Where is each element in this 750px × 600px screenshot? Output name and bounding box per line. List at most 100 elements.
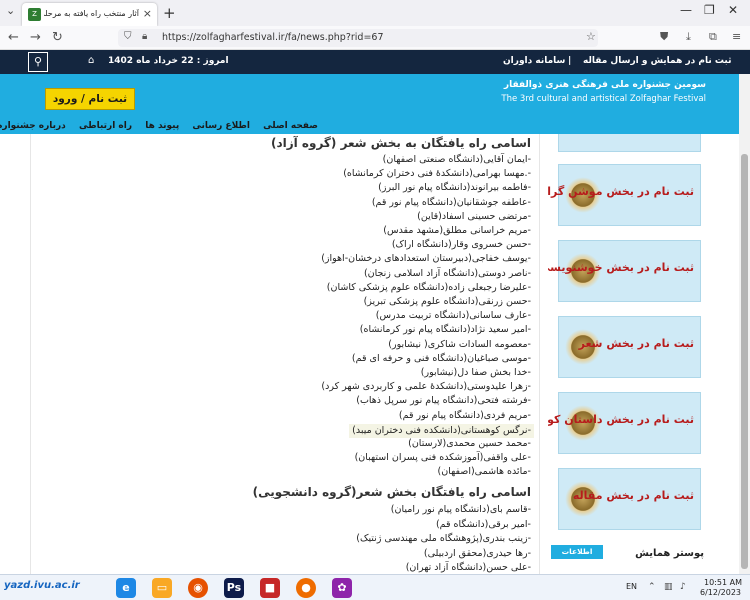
conference-register-link[interactable]: ثبت نام در همایش و ارسال مقاله <box>583 56 731 66</box>
maximize-icon[interactable]: ❐ <box>704 3 715 17</box>
pocket-icon[interactable]: ⛊ <box>660 30 668 44</box>
registration-banner[interactable]: ثبت نام در بخش مقاله <box>558 468 701 530</box>
file-explorer-icon[interactable]: ▭ <box>152 578 172 598</box>
language-indicator[interactable]: EN <box>626 582 637 591</box>
registration-banner[interactable]: ثبت نام در بخش موشن گرافی <box>548 164 701 226</box>
festival-title-en: The 3rd cultural and artistical Zolfagha… <box>501 94 706 104</box>
register-login-button[interactable]: ثبت نام / ورود <box>45 88 135 110</box>
tab-list-icon[interactable]: ⌄ <box>6 4 15 17</box>
minimize-icon[interactable]: — <box>680 3 692 17</box>
site-search-icon[interactable]: ⚲ <box>28 52 48 72</box>
bookmark-star-icon[interactable]: ☆ <box>586 30 596 43</box>
winner-list-item: -زهرا علیدوستی(دانشکدهٔ علمی و کاربردی ش… <box>321 381 531 393</box>
more-info-button[interactable]: اطلاعات بیشتر <box>551 545 603 570</box>
winner-list-item: -امیر سعید نژاد(دانشگاه پیام نور کرمانشا… <box>359 324 531 336</box>
browser-tab[interactable]: Z آثار منتخب راه یافته به مرحلهٔ نهایی × <box>22 3 157 26</box>
browser-nav-bar: ← → ↻ ⛉ 🔒︎ https://zolfagharfestival.ir/… <box>0 26 750 50</box>
section2-title: اسامی راه یافتگان بخش شعر(گروه دانشجویی) <box>252 485 531 499</box>
topbar-separator: | <box>568 56 572 66</box>
banner-label: ثبت نام در بخش داستان کوتاه <box>548 413 694 426</box>
festival-title-fa: سومین جشنواره ملی فرهنگی هنری ذوالفقار <box>503 80 706 90</box>
winner-list-item: -موسی صباغیان(دانشگاه فنی و حرفه ای قم) <box>351 352 531 364</box>
new-tab-button[interactable]: + <box>163 4 176 22</box>
winner-list-item: -فاطمه بیرانوند(دانشگاه پیام نور البرز) <box>378 182 531 194</box>
scrollbar-thumb[interactable] <box>741 154 748 569</box>
poster-label: پوستر همایش <box>635 548 704 559</box>
menu-news[interactable]: اطلاع رسانی <box>192 121 250 131</box>
registration-banner[interactable]: ثبت نام در بخش خوشنویسی <box>548 240 701 302</box>
winner-list-item: -امیر برقی(دانشگاه قم) <box>435 518 531 530</box>
page-scrollbar[interactable] <box>739 74 750 574</box>
volume-icon[interactable]: ♪ <box>680 582 686 592</box>
browser-tab-strip: ⌄ Z آثار منتخب راه یافته به مرحلهٔ نهایی… <box>0 0 750 26</box>
winner-list-item: -حسن زرنقی(دانشگاه علوم پزشکی تبریز) <box>363 296 531 307</box>
winner-list-item: -مائده هاشمی(اصفهان) <box>437 466 532 478</box>
banner-label: ثبت نام در بخش مقاله <box>572 489 694 502</box>
banner-label: ثبت نام در بخش موشن گرافی <box>548 185 694 198</box>
winner-list-item: -مریم فردی(دانشگاه پیام نور قم) <box>398 409 531 421</box>
url-text[interactable]: https://zolfagharfestival.ir/fa/news.php… <box>162 32 384 43</box>
winner-list-item: -علی حسن(دانشگاه آزاد تهران) <box>405 562 531 573</box>
tab-close-icon[interactable]: × <box>143 7 152 20</box>
banner-partial[interactable] <box>558 134 701 152</box>
registration-banner[interactable]: ثبت نام در بخش داستان کوتاه <box>548 392 701 454</box>
menu-about[interactable]: درباره جشنواره <box>0 121 66 131</box>
winner-list-item: -علی واقفی(آموزشکده فنی پسران استهبان) <box>354 452 531 464</box>
reload-icon[interactable]: ↻ <box>52 30 63 45</box>
winner-list-item: -زینب بندری(پژوهشگاه ملی مهندسی ژنتیک) <box>356 533 531 544</box>
registration-banner[interactable]: ثبت نام در بخش شعر <box>558 316 701 378</box>
winner-list-item: -فرشته فتحی(دانشگاه پیام نور سرپل ذهاب) <box>356 395 531 407</box>
tab-title: آثار منتخب راه یافته به مرحلهٔ نهایی <box>44 9 139 18</box>
menu-contact[interactable]: راه ارتباطی <box>79 121 132 131</box>
app-icon-purple[interactable]: ✿ <box>332 578 352 598</box>
winner-list-item: -قاسم بای(دانشگاه پیام نور رامیان) <box>390 504 531 515</box>
winner-list-item: -ایمان آقایی(دانشگاه صنعتی اصفهان) <box>382 154 531 165</box>
banner-label: ثبت نام در بخش خوشنویسی <box>548 261 694 274</box>
winner-list-item: -معصومه السادات شاکری( نیشابور) <box>388 338 531 350</box>
network-icon[interactable]: ▥ <box>664 582 673 592</box>
winner-list-item: -حسن خسروی وقار(دانشگاه اراک) <box>391 239 531 251</box>
winner-list-item: -عارف ساسانی(دانشگاه تربیت مدرس) <box>375 310 531 322</box>
winner-list-item: -مرتضی حسینی اسفاد(قاین) <box>417 210 531 222</box>
url-bar[interactable]: ⛉ 🔒︎ https://zolfagharfestival.ir/fa/new… <box>118 29 598 47</box>
site-top-bar: ⚲ ⌂ امروز : 22 خرداد ماه 1402 سامانه داو… <box>0 50 750 74</box>
windows-taskbar: yazd.ivu.ac.ir e ▭ ◉ Ps ■ ● ✿ EN ⌃ ▥ ♪ 1… <box>0 574 750 600</box>
forward-arrow-icon[interactable]: → <box>30 30 41 45</box>
site-favicon-icon: Z <box>28 8 41 21</box>
clock-date[interactable]: 6/12/2023 <box>700 588 741 597</box>
photoshop-icon[interactable]: Ps <box>224 578 244 598</box>
clock-time[interactable]: 10:51 AM <box>704 578 742 587</box>
downloads-icon[interactable]: ⤓ <box>686 30 691 44</box>
today-date: امروز : 22 خرداد ماه 1402 <box>108 56 229 66</box>
menu-links[interactable]: پیوند ها <box>145 121 179 131</box>
shield-icon[interactable]: ⛉ <box>124 31 132 42</box>
winner-list-item: -رها حیدری(محقق اردبیلی) <box>423 547 531 559</box>
section1-title: اسامی راه یافتگان به بخش شعر (گروه آزاد) <box>270 136 531 150</box>
main-content: اسامی راه یافتگان به بخش شعر (گروه آزاد)… <box>30 134 540 574</box>
back-arrow-icon[interactable]: ← <box>8 30 19 45</box>
judges-system-link[interactable]: سامانه داوران <box>503 56 565 66</box>
banner-label: ثبت نام در بخش شعر <box>578 337 694 350</box>
winner-list-item: -نرگس کوهستانی(دانشکده فنی دختران میبد) <box>349 423 534 438</box>
app-icon-red[interactable]: ■ <box>260 578 280 598</box>
winner-list-item: -یوسف خفاجی(دبیرستان استعدادهای درخشان-ا… <box>321 253 531 265</box>
site-header: ثبت نام / ورود سومین جشنواره ملی فرهنگی … <box>0 74 750 134</box>
lock-icon[interactable]: 🔒︎ <box>142 31 147 42</box>
watermark: yazd.ivu.ac.ir <box>4 580 80 591</box>
window-close-icon[interactable]: ✕ <box>728 3 738 17</box>
winner-list-item: -علیرضا رجبعلی زاده(دانشگاه علوم پزشکی ک… <box>326 281 531 293</box>
sidebar: ثبت نام در بخش موشن گرافی ثبت نام در بخش … <box>548 134 720 574</box>
main-menu: صفحه اصلی اطلاع رسانی پیوند ها راه ارتبا… <box>0 120 318 132</box>
firefox-icon[interactable]: ◉ <box>188 578 208 598</box>
internet-explorer-icon[interactable]: e <box>116 578 136 598</box>
app-icon-orange[interactable]: ● <box>296 578 316 598</box>
app-menu-icon[interactable]: ≡ <box>732 30 741 43</box>
menu-home[interactable]: صفحه اصلی <box>263 121 318 131</box>
winner-list-item: -.مهسا بهرامی(دانشکدهٔ فنی دختران کرمانش… <box>343 168 531 180</box>
winner-list-item: -ناصر دوستی(دانشگاه آزاد اسلامی زنجان) <box>363 267 531 279</box>
winner-list-item: -عاطفه جوشقانیان(دانشگاه پیام نور قم) <box>371 196 531 208</box>
extensions-icon[interactable]: ⧉ <box>709 30 717 44</box>
winner-list-item: -مریم خراسانی مطلق(مشهد مقدس) <box>383 225 531 236</box>
home-icon[interactable]: ⌂ <box>88 55 94 66</box>
tray-chevron-icon[interactable]: ⌃ <box>648 582 656 592</box>
